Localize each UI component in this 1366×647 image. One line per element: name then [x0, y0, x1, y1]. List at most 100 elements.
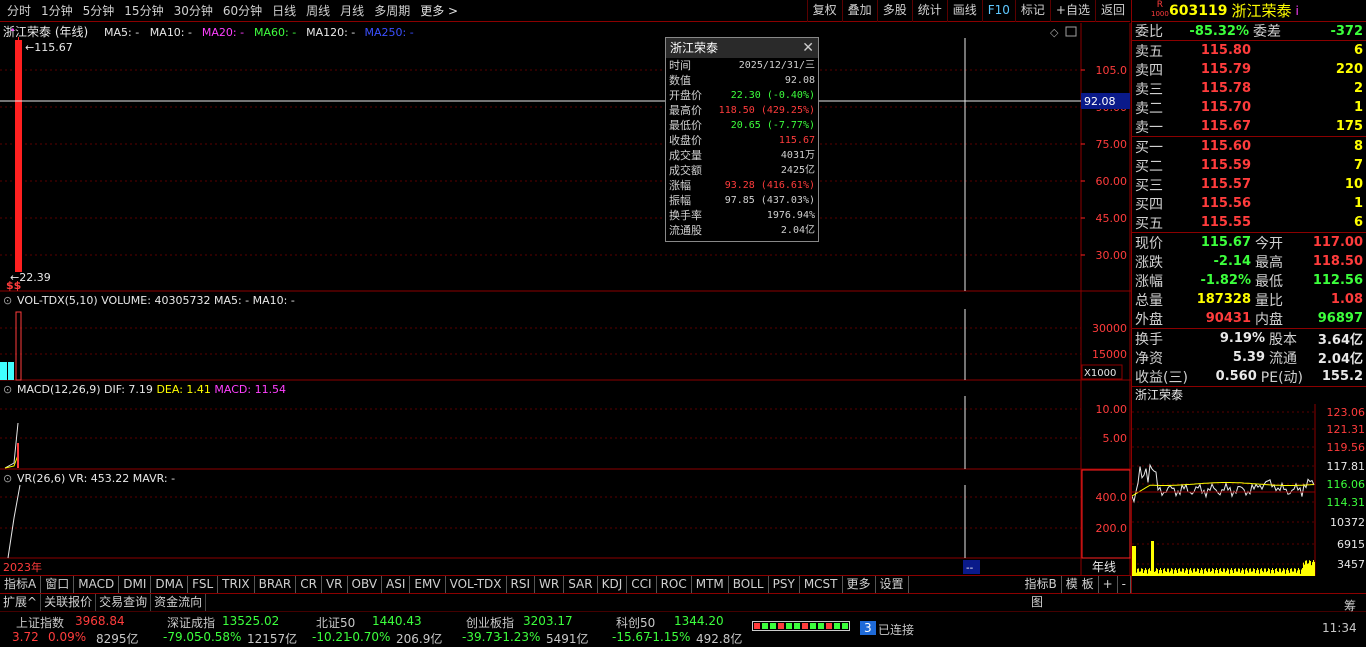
popup-row: 振幅 97.85 (437.03%) — [666, 193, 818, 208]
kline-info-popup[interactable]: 浙江荣泰 ✕ 时间 2025/12/31/三 数值 92.08 开盘价 22.30 (-0.… — [665, 37, 819, 242]
indicator-tab[interactable]: CCI — [627, 576, 657, 593]
period-tab[interactable]: 日线 — [267, 2, 301, 19]
indicator-tab[interactable]: TRIX — [218, 576, 255, 593]
index-name[interactable]: 上证指数 — [16, 614, 64, 631]
vr-axis: 400.0 200.0 — [1096, 491, 1128, 535]
index-name[interactable]: 北证50 — [316, 614, 355, 631]
tool-button[interactable]: 返回 — [1094, 0, 1130, 22]
book-row[interactable]: 卖五 115.80 6 — [1132, 41, 1366, 60]
book-row[interactable]: 买三 115.57 10 — [1132, 175, 1366, 194]
indicator-tab[interactable]: VOL-TDX — [446, 576, 507, 593]
tool-button[interactable]: 复权 — [806, 0, 842, 22]
stat-value: 187328 — [1196, 292, 1251, 307]
extended-tab[interactable]: 扩展^ — [0, 594, 42, 611]
indicator-right-tab[interactable]: 模 板 — [1062, 576, 1099, 593]
collapse-icon[interactable]: ⊙ — [3, 294, 12, 307]
indicator-tab[interactable]: ROC — [657, 576, 692, 593]
tool-button[interactable]: 标记 — [1014, 0, 1050, 22]
tool-button[interactable]: 叠加 — [841, 0, 877, 22]
collapse-icon[interactable]: ⊙ — [3, 472, 12, 485]
index-name[interactable]: 创业板指 — [466, 614, 514, 631]
stat-value: 2.04亿 — [1317, 352, 1363, 367]
volume-bar[interactable] — [8, 362, 14, 380]
intraday-mini-chart[interactable]: 123.06 121.31 119.56 117.81 116.06 114.31 1037… — [1131, 404, 1366, 576]
book-row[interactable]: 买四 115.56 1 — [1132, 194, 1366, 213]
indicator-tab[interactable]: EMV — [410, 576, 446, 593]
r-badge: R 1000 — [1151, 0, 1169, 19]
book-row[interactable]: 买一 115.60 8 — [1132, 137, 1366, 156]
indicator-tab[interactable]: DMI — [119, 576, 152, 593]
indicator-tab[interactable]: KDJ — [598, 576, 628, 593]
tool-button[interactable]: 画线 — [946, 0, 982, 22]
period-tab[interactable]: 30分钟 — [169, 2, 218, 19]
book-row[interactable]: 卖四 115.79 220 — [1132, 60, 1366, 79]
indicator-tab[interactable]: 窗口 — [41, 576, 75, 593]
connection-status[interactable]: 已连接 — [878, 621, 914, 638]
period-tab[interactable]: 1分钟 — [36, 2, 78, 19]
info-icon[interactable]: i — [1295, 4, 1298, 18]
indicator-tab[interactable]: BRAR — [255, 576, 297, 593]
window-toggle-icon[interactable] — [1065, 26, 1077, 37]
book-volume: 1 — [1353, 196, 1363, 211]
mini-price-tick: 119.56 — [1327, 441, 1366, 454]
book-row[interactable]: 卖三 115.78 2 — [1132, 79, 1366, 98]
stat-label: 涨幅 — [1135, 273, 1163, 290]
period-tab[interactable]: 月线 — [335, 2, 369, 19]
indicator-tab[interactable]: VR — [322, 576, 348, 593]
kline-candle[interactable] — [15, 40, 22, 272]
collapse-icon[interactable]: ⊙ — [3, 383, 12, 396]
indicator-tab[interactable]: FSL — [188, 576, 219, 593]
indicator-tab[interactable]: BOLL — [729, 576, 769, 593]
indicator-tab[interactable]: 指标A — [0, 576, 42, 593]
book-row[interactable]: 卖二 115.70 1 — [1132, 98, 1366, 117]
indicator-tab[interactable]: MACD — [74, 576, 120, 593]
indicator-right-tab[interactable]: + — [1099, 576, 1118, 593]
kline-chart-area[interactable]: 浙江荣泰 (年线) MA5: - MA10: - MA20: - MA60: - MA1… — [0, 23, 1131, 575]
stat-value: 9.19% — [1219, 331, 1265, 346]
ma-label: MA60: - — [254, 26, 296, 39]
index-name[interactable]: 深证成指 — [167, 614, 215, 631]
popup-row: 最高价 118.50 (429.25%) — [666, 103, 818, 118]
book-row[interactable]: 买二 115.59 7 — [1132, 156, 1366, 175]
popup-key: 开盘价 — [669, 89, 702, 102]
period-tab[interactable]: 5分钟 — [78, 2, 120, 19]
indicator-tab[interactable]: 更多 — [843, 576, 876, 593]
tool-button[interactable]: F10 — [981, 0, 1015, 22]
book-row[interactable]: 卖一 115.67 175 — [1132, 117, 1366, 136]
indicator-tab[interactable]: MTM — [692, 576, 729, 593]
stat-row: 涨跌 -2.14 最高 118.50 — [1132, 252, 1366, 271]
index-name[interactable]: 科创50 — [616, 614, 655, 631]
indicator-right-tab[interactable]: 指标B — [1021, 576, 1062, 593]
indicator-tab[interactable]: SAR — [564, 576, 598, 593]
tool-button[interactable]: +自选 — [1049, 0, 1095, 22]
app-window: { "toolbar": { "periods": ["分时","1分钟","5… — [0, 0, 1366, 647]
indicator-tab[interactable]: DMA — [151, 576, 189, 593]
extended-tab[interactable]: 资金流向 — [151, 594, 207, 611]
indicator-right-tab[interactable]: - — [1118, 576, 1131, 593]
period-tab[interactable]: 多周期 — [369, 2, 415, 19]
period-tab[interactable]: 周线 — [301, 2, 335, 19]
indicator-tab[interactable]: 设置 — [876, 576, 909, 593]
close-icon[interactable]: ✕ — [802, 38, 814, 58]
volume-bar[interactable] — [15, 311, 22, 381]
indicator-tab[interactable]: CR — [296, 576, 322, 593]
diamond-icon[interactable]: ◇ — [1050, 26, 1059, 39]
period-tab[interactable]: 60分钟 — [218, 2, 267, 19]
extended-tab[interactable]: 关联报价 — [41, 594, 97, 611]
indicator-tab[interactable]: PSY — [769, 576, 800, 593]
indicator-tab[interactable]: ASI — [382, 576, 411, 593]
period-tab[interactable]: 15分钟 — [119, 2, 168, 19]
period-tab[interactable]: 分时 — [2, 2, 36, 19]
tool-button[interactable]: 统计 — [911, 0, 947, 22]
indicator-tab[interactable]: RSI — [507, 576, 536, 593]
chart-toggle[interactable]: 图 — [1028, 594, 1046, 611]
book-row[interactable]: 买五 115.55 6 — [1132, 213, 1366, 232]
indicator-tab[interactable]: MCST — [800, 576, 843, 593]
volume-bar[interactable] — [0, 362, 7, 380]
period-tab[interactable]: 更多 > — [415, 2, 463, 19]
indicator-tab[interactable]: OBV — [348, 576, 383, 593]
extended-tab[interactable]: 交易查询 — [96, 594, 152, 611]
popup-value: 1976.94% — [766, 210, 815, 221]
indicator-tab[interactable]: WR — [535, 576, 565, 593]
tool-button[interactable]: 多股 — [876, 0, 912, 22]
